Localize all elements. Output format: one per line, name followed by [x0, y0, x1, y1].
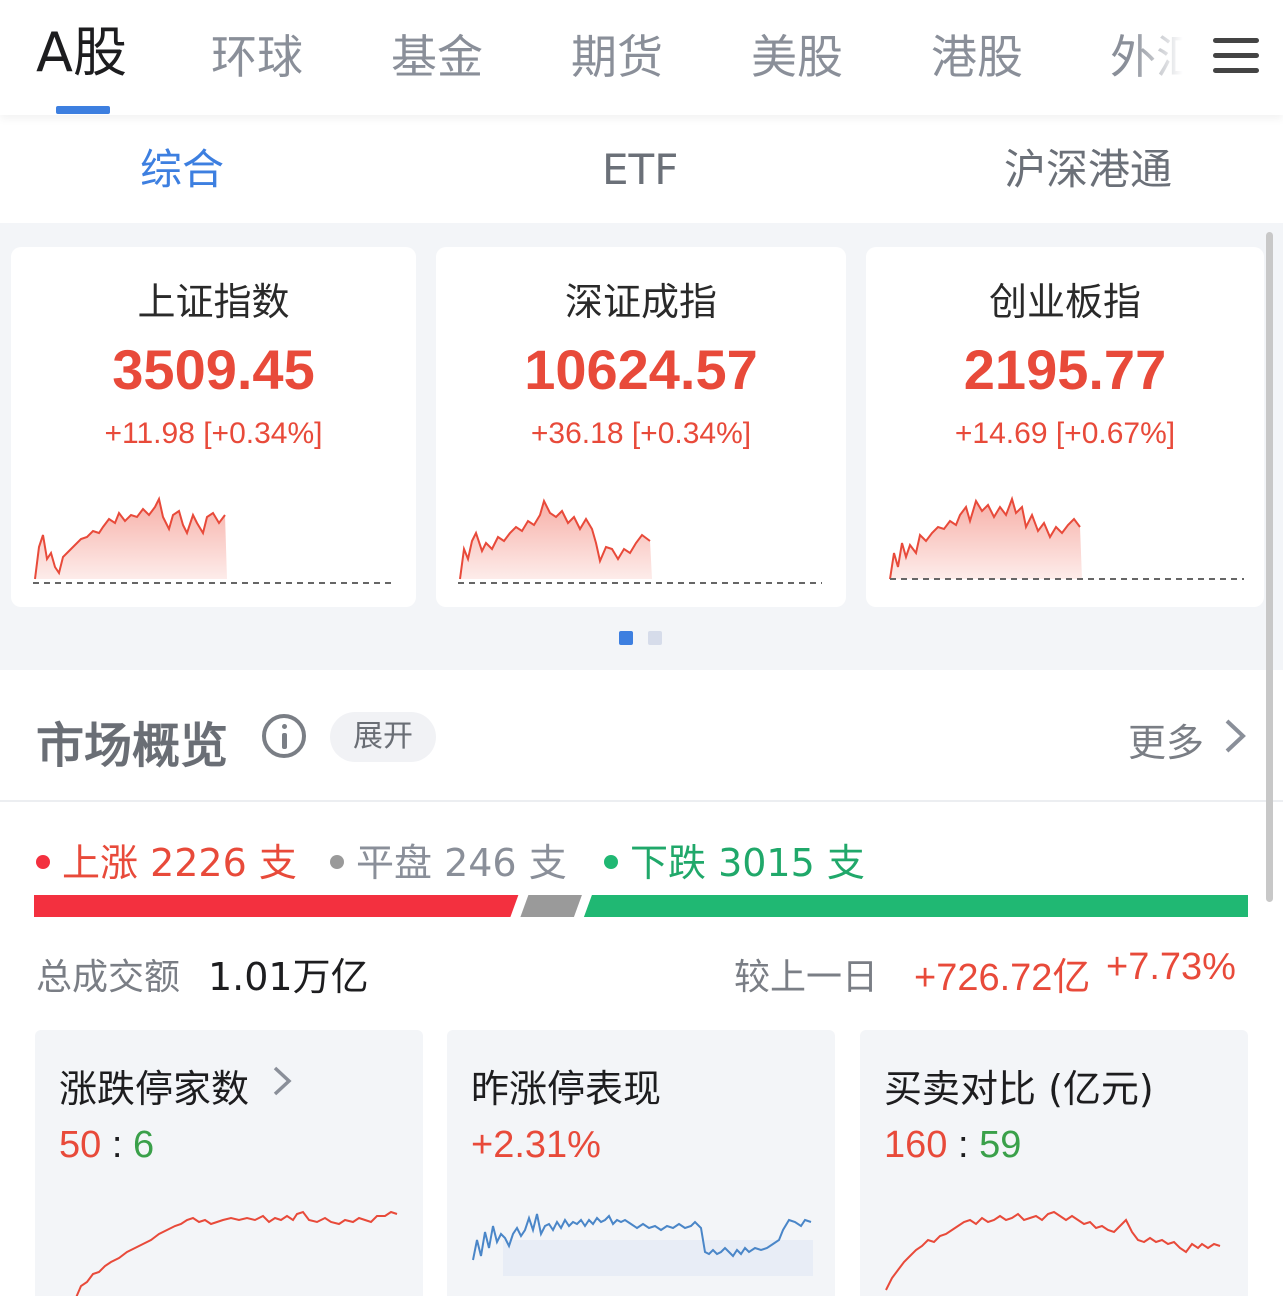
index-value: 10624.57	[524, 338, 758, 401]
compare-label: 较上一日	[734, 957, 879, 998]
subtab-connect[interactable]: 沪深港通	[1004, 143, 1172, 197]
card-value: 50 : 6	[59, 1124, 154, 1167]
unchanged-dot	[330, 854, 344, 869]
card-sparkline	[472, 1213, 813, 1276]
more-link[interactable]: 更多	[1128, 712, 1204, 767]
sub-tab-bar: 综合 ETF 沪深港通	[0, 115, 1283, 223]
unchanged-label: 平盘 246 支	[330, 832, 567, 887]
index-change: +36.18 [+0.34%]	[530, 417, 752, 450]
tab-a-shares[interactable]: A股	[36, 24, 127, 82]
index-sparkline	[33, 496, 391, 584]
limit-down-count: 6	[132, 1124, 155, 1166]
limit-up-down-card[interactable]: 涨跌停家数 50 : 6	[35, 1030, 423, 1296]
card-title: 昨涨停表现	[471, 1067, 662, 1111]
card-title: 买卖对比 (亿元)	[884, 1067, 1154, 1111]
scrollbar[interactable]	[1266, 232, 1273, 902]
advancers-label: 上涨 2226 支	[36, 832, 297, 887]
tab-fade	[1130, 20, 1200, 100]
advancers-text: 上涨 2226 支	[62, 841, 297, 885]
yesterday-limit-up-card[interactable]: 昨涨停表现 +2.31%	[447, 1030, 835, 1296]
subtab-overview[interactable]: 综合	[140, 143, 224, 197]
decliners-text: 下跌 3015 支	[630, 841, 865, 885]
advancers-dot	[36, 854, 50, 869]
buy-sell-ratio-card[interactable]: 买卖对比 (亿元) 160 : 59	[860, 1030, 1248, 1296]
tab-futures[interactable]: 期货	[571, 28, 663, 86]
expand-button[interactable]: 展开	[330, 712, 436, 762]
index-value: 2195.77	[963, 338, 1167, 401]
card-sparkline	[885, 1210, 1221, 1291]
index-card-chinext[interactable]: 创业板指 2195.77 +14.69 [+0.67%]	[866, 247, 1264, 607]
info-icon[interactable]	[262, 714, 306, 758]
menu-icon[interactable]	[1213, 38, 1259, 74]
index-name: 创业板指	[988, 280, 1141, 324]
tab-us-stocks[interactable]: 美股	[751, 28, 843, 86]
card-value: 160 : 59	[884, 1124, 1021, 1167]
tab-hk-stocks[interactable]: 港股	[931, 28, 1023, 86]
active-tab-indicator	[56, 106, 110, 114]
tab-global[interactable]: 环球	[211, 28, 303, 86]
ratio-separator: :	[957, 1124, 969, 1166]
index-name: 上证指数	[137, 280, 290, 324]
turnover-value: 1.01万亿	[208, 955, 369, 999]
decliners-dot	[604, 854, 618, 869]
decliners-label: 下跌 3015 支	[604, 832, 865, 887]
index-sparkline	[889, 495, 1244, 580]
chevron-right-icon[interactable]	[269, 1064, 295, 1098]
card-value: +2.31%	[471, 1124, 601, 1166]
index-card-shenzhen[interactable]: 深证成指 10624.57 +36.18 [+0.34%]	[436, 247, 846, 607]
card-sparkline	[75, 1210, 398, 1296]
sell-amount: 59	[979, 1124, 1022, 1166]
decliners-bar	[583, 895, 1248, 917]
top-tab-bar: A股 环球 基金 期货 美股 港股 外汇	[0, 0, 1283, 115]
index-change: +14.69 [+0.67%]	[954, 417, 1176, 450]
unchanged-bar	[520, 895, 582, 917]
advancers-bar	[34, 895, 519, 917]
card-title: 涨跌停家数	[59, 1067, 250, 1111]
ratio-separator: :	[111, 1124, 123, 1166]
carousel-dot-active[interactable]	[619, 631, 633, 645]
tab-funds[interactable]: 基金	[391, 28, 483, 86]
limit-up-count: 50	[59, 1124, 102, 1166]
chevron-right-icon[interactable]	[1215, 717, 1253, 755]
breadth-bar	[34, 895, 1248, 917]
subtab-etf[interactable]: ETF	[602, 143, 678, 197]
index-carousel[interactable]: 上证指数 3509.45 +11.98 [+0.34%] 深证成指 10624.…	[0, 223, 1283, 670]
index-card-shanghai[interactable]: 上证指数 3509.45 +11.98 [+0.34%]	[11, 247, 416, 607]
carousel-dot[interactable]	[648, 631, 662, 645]
index-name: 深证成指	[564, 280, 717, 324]
index-value: 3509.45	[112, 338, 315, 401]
index-change: +11.98 [+0.34%]	[104, 417, 323, 450]
section-divider	[0, 800, 1283, 802]
index-sparkline	[458, 498, 822, 584]
turnover-label: 总成交额	[36, 957, 181, 998]
unchanged-text: 平盘 246 支	[356, 841, 567, 885]
buy-amount: 160	[884, 1124, 948, 1166]
compare-amount: +726.72亿	[914, 957, 1091, 999]
compare-percent: +7.73%	[1106, 946, 1236, 988]
market-overview-title: 市场概览	[36, 718, 229, 774]
